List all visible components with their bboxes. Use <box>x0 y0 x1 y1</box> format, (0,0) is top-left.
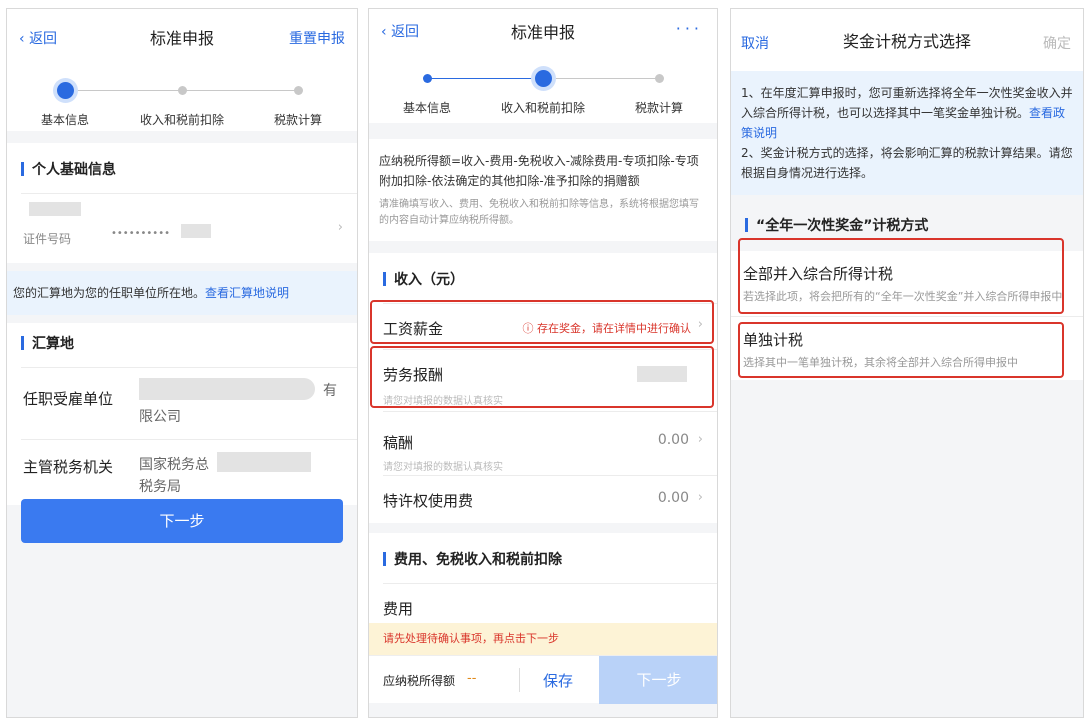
basic-info-panel: ‹ 返回 标准申报 重置申报 基本信息 收入和税前扣除 税款计算 个人基础信息 … <box>6 8 358 718</box>
personal-info-section: 个人基础信息 证件号码 •••••••••• › <box>7 143 357 263</box>
employer-value-b: 限公司 <box>139 409 181 425</box>
formula-text: 应纳税所得额=收入-费用-免税收入-减除费用-专项扣除-专项附加扣除-依法确定的… <box>379 154 699 188</box>
region-section: 汇算地 任职受雇单位 有 限公司 主管税务机关 国家税务总 税务局 <box>7 323 357 505</box>
step-dot <box>655 74 664 83</box>
section-marker <box>21 162 24 176</box>
highlight-box <box>370 300 714 344</box>
location-tip-text: 您的汇算地为您的任职单位所在地。 <box>13 286 206 300</box>
cancel-button[interactable]: 取消 <box>741 33 769 53</box>
step-label-tax: 税款计算 <box>273 113 323 127</box>
chevron-right-icon: › <box>337 220 343 235</box>
formula-hint: 请准确填写收入、费用、免税收入和税前扣除等信息，系统将根据您填写的内容自动计算应… <box>379 199 699 226</box>
section-marker <box>383 552 386 566</box>
section-marker <box>383 272 386 286</box>
chevron-right-icon: › <box>697 432 703 447</box>
step-label-basic: 基本信息 <box>40 113 90 127</box>
progress-steps: 基本信息 收入和税前扣除 税款计算 <box>369 53 717 123</box>
item-value: 0.00 <box>657 432 689 448</box>
item-label: 费用 <box>383 600 414 618</box>
step-dot <box>294 86 303 95</box>
item-value: 0.00 <box>657 490 689 506</box>
step-dot <box>178 86 187 95</box>
income-item-royalty[interactable]: 稿酬 0.00 › 请您对填报的数据认真核实 <box>383 411 717 475</box>
tax-office-row[interactable]: 主管税务机关 国家税务总 税务局 <box>21 439 357 505</box>
more-icon[interactable]: ··· <box>676 19 703 38</box>
back-label: 返回 <box>391 24 420 40</box>
progress-steps: 基本信息 收入和税前扣除 税款计算 <box>7 65 357 131</box>
divider <box>519 668 520 692</box>
formula-section: 应纳税所得额=收入-费用-免税收入-减除费用-专项扣除-专项附加扣除-依法确定的… <box>369 139 717 241</box>
divider <box>369 523 717 533</box>
reset-declaration-button[interactable]: 重置申报 <box>289 28 345 48</box>
section-title-text: 费用、免税收入和税前扣除 <box>394 552 562 568</box>
step-dot-current <box>57 82 74 99</box>
page-title: 标准申报 <box>510 23 575 42</box>
employer-value-a: 有 <box>323 383 337 399</box>
section-marker <box>745 218 748 232</box>
back-label: 返回 <box>29 31 58 47</box>
step-connector-done <box>429 78 543 79</box>
step-label-basic: 基本信息 <box>402 101 452 115</box>
step-dot-current <box>535 70 552 87</box>
region-title: 汇算地 <box>7 323 357 367</box>
nav-bar: ‹ 返回 标准申报 ··· <box>369 9 717 53</box>
policy-tip: 1、在年度汇算申报时，您可重新选择将全年一次性奖金收入并入综合所得计税，也可以选… <box>731 71 1083 195</box>
id-label: 证件号码 <box>23 232 72 246</box>
expense-title: 费用、免税收入和税前扣除 <box>369 533 717 583</box>
policy-tip-2: 2、奖金计税方式的选择，将会影响汇算的税款计算结果。请您根据自身情况进行选择。 <box>741 146 1073 180</box>
id-row[interactable]: 证件号码 •••••••••• › <box>21 193 357 263</box>
highlight-box <box>370 346 714 408</box>
tax-office-value-b: 税务局 <box>139 479 181 495</box>
employer-redacted <box>139 378 315 400</box>
save-button[interactable]: 保存 <box>543 670 573 691</box>
id-redacted <box>181 224 211 238</box>
employer-row[interactable]: 任职受雇单位 有 限公司 <box>21 367 357 439</box>
item-label: 特许权使用费 <box>383 492 474 510</box>
highlight-box <box>738 238 1064 314</box>
section-title-text: “全年一次性奖金”计税方式 <box>756 218 929 234</box>
step-label-income: 收入和税前扣除 <box>139 113 225 127</box>
page-title: 奖金计税方式选择 <box>842 32 971 51</box>
tax-office-label: 主管税务机关 <box>23 458 114 476</box>
policy-tip-1: 1、在年度汇算申报时，您可重新选择将全年一次性奖金收入并入综合所得计税，也可以选… <box>741 86 1073 120</box>
income-item-franchise[interactable]: 特许权使用费 0.00 › <box>383 475 717 523</box>
highlight-box <box>738 322 1064 378</box>
bottom-bar: 应纳税所得额 -- 保存 下一步 <box>369 655 717 704</box>
name-redacted <box>29 202 81 216</box>
back-button[interactable]: ‹ 返回 <box>381 21 419 41</box>
pending-warning-banner: 请先处理待确认事项，再点击下一步 <box>369 623 717 655</box>
personal-info-title: 个人基础信息 <box>7 143 357 193</box>
next-step-button[interactable]: 下一步 <box>21 499 343 543</box>
chevron-right-icon: › <box>697 490 703 505</box>
confirm-button[interactable]: 确定 <box>1043 33 1071 53</box>
taxable-income-value: -- <box>467 671 477 686</box>
nav-bar: 取消 奖金计税方式选择 确定 <box>731 9 1083 71</box>
next-step-button[interactable]: 下一步 <box>599 656 717 704</box>
section-title-text: 个人基础信息 <box>32 162 116 178</box>
location-tip: 您的汇算地为您的任职单位所在地。查看汇算地说明 <box>7 271 357 315</box>
step-label-tax: 税款计算 <box>634 101 684 115</box>
id-value: •••••••••• <box>111 228 170 239</box>
item-label: 稿酬 <box>383 434 414 452</box>
section-title-text: 收入（元） <box>394 272 464 288</box>
employer-label: 任职受雇单位 <box>23 390 114 408</box>
step-dot-done <box>423 74 432 83</box>
tax-office-redacted <box>217 452 311 472</box>
location-help-link[interactable]: 查看汇算地说明 <box>205 286 289 300</box>
nav-bar: ‹ 返回 标准申报 重置申报 <box>7 9 357 65</box>
income-title: 收入（元） <box>369 253 717 303</box>
section-title-text: 汇算地 <box>32 336 74 352</box>
page-title: 标准申报 <box>149 29 214 48</box>
taxable-income-label: 应纳税所得额 <box>383 674 456 688</box>
back-button[interactable]: ‹ 返回 <box>19 28 57 48</box>
section-marker <box>21 336 24 350</box>
tax-office-value-a: 国家税务总 <box>139 457 209 473</box>
step-connector <box>543 78 659 79</box>
item-hint: 请您对填报的数据认真核实 <box>383 462 503 473</box>
step-label-income: 收入和税前扣除 <box>500 101 586 115</box>
